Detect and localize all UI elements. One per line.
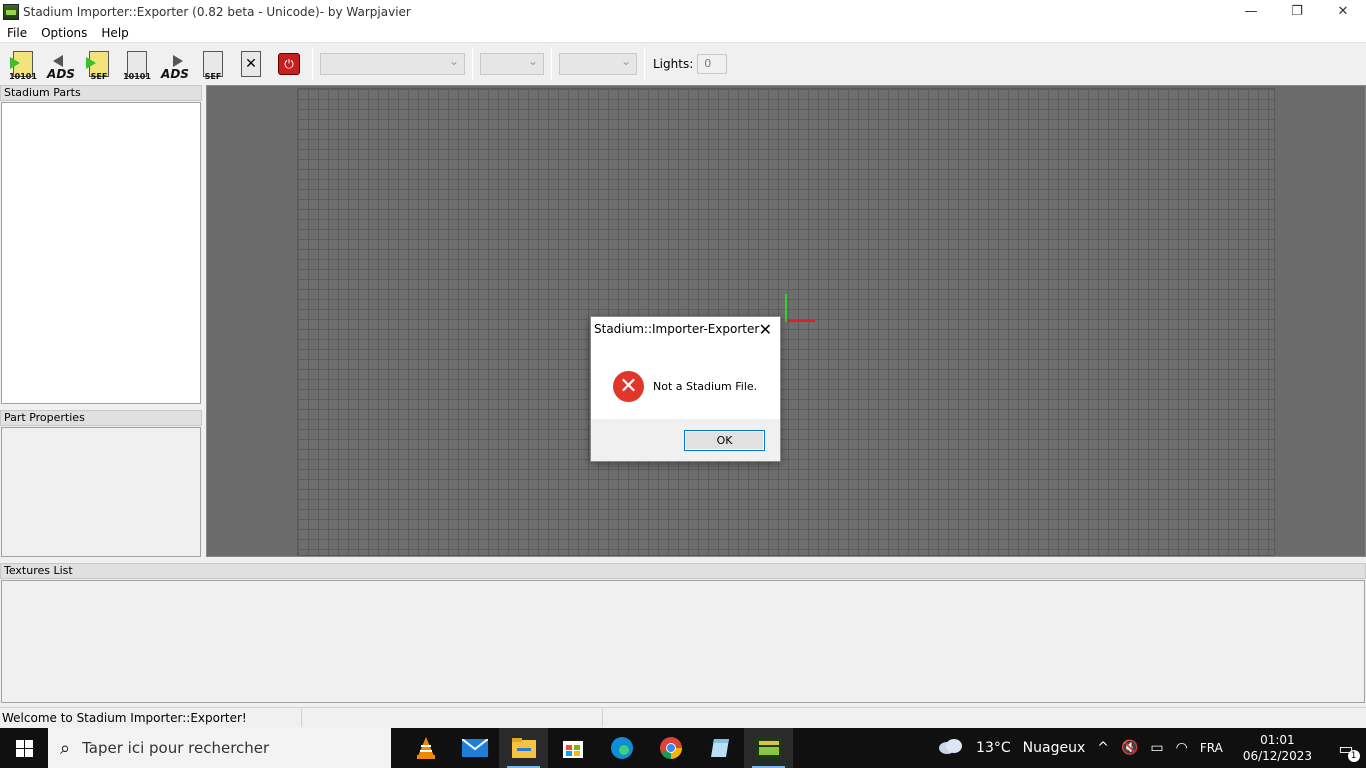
- error-dialog: Stadium::Importer-Exporter ✕ ✕ Not a Sta…: [590, 316, 781, 462]
- stadium-parts-list[interactable]: [1, 102, 201, 404]
- weather-temp[interactable]: 13°C: [970, 740, 1017, 756]
- dialog-title-bar: Stadium::Importer-Exporter ✕: [591, 317, 780, 341]
- lights-field[interactable]: 0: [697, 54, 728, 74]
- clock-date: 06/12/2023: [1242, 749, 1312, 763]
- weather-text[interactable]: Nuageux: [1017, 740, 1092, 756]
- import-binary-label: 10101: [9, 72, 37, 81]
- dialog-footer: OK: [591, 419, 780, 461]
- taskbar: ⌕ Taper ici pour rechercher 13°C Nuageux…: [0, 728, 1366, 768]
- part-properties-panel[interactable]: [1, 427, 201, 557]
- taskbar-search[interactable]: ⌕ Taper ici pour rechercher: [48, 728, 391, 768]
- export-ads-label: ADS: [161, 67, 189, 81]
- import-binary-button[interactable]: 10101: [4, 46, 42, 82]
- clock-time: 01:01: [1260, 733, 1295, 747]
- x-axis-gizmo: [787, 320, 815, 322]
- volume-muted-icon[interactable]: 🔇: [1115, 740, 1144, 756]
- ground-grid: [297, 88, 1275, 556]
- chrome-icon[interactable]: [646, 728, 695, 768]
- edge-icon[interactable]: [597, 728, 646, 768]
- wifi-icon[interactable]: ◠: [1170, 740, 1194, 756]
- store-icon[interactable]: [548, 728, 597, 768]
- notification-icon: ▭ 1: [1338, 739, 1360, 762]
- toolbar-separator: [312, 47, 313, 81]
- toolbar-separator: [551, 47, 552, 81]
- minimize-button[interactable]: —: [1228, 0, 1274, 23]
- status-message: Welcome to Stadium Importer::Exporter!: [0, 709, 302, 727]
- 3d-viewport[interactable]: [206, 85, 1366, 557]
- mail-icon[interactable]: [450, 728, 499, 768]
- import-sef-label: SEF: [90, 72, 108, 81]
- cloud-icon[interactable]: [932, 738, 970, 758]
- textures-list[interactable]: [1, 580, 1365, 703]
- vlc-icon[interactable]: [401, 728, 450, 768]
- search-icon: ⌕: [60, 737, 71, 759]
- stadium-app-icon[interactable]: [744, 728, 793, 768]
- close-file-button[interactable]: ✕: [232, 46, 270, 82]
- system-tray: 13°C Nuageux ^ 🔇 ▭ ◠ FRA 01:01 06/12/202…: [932, 728, 1366, 768]
- power-icon: ⏻: [278, 53, 300, 75]
- toolbar-separator: [644, 47, 645, 81]
- dialog-message: Not a Stadium File.: [653, 379, 758, 393]
- notification-button[interactable]: ▭ 1: [1326, 739, 1366, 762]
- export-sef-label: SEF: [204, 72, 222, 81]
- view-select[interactable]: [559, 53, 637, 75]
- export-ads-button[interactable]: ADS: [156, 46, 194, 82]
- window-title: Stadium Importer::Exporter (0.82 beta - …: [23, 4, 411, 19]
- export-sef-button[interactable]: SEF: [194, 46, 232, 82]
- title-bar: Stadium Importer::Exporter (0.82 beta - …: [0, 0, 1366, 23]
- battery-icon[interactable]: ▭: [1144, 740, 1169, 756]
- mode-select[interactable]: [480, 53, 544, 75]
- toolbar: 10101 ADS SEF 10101 ADS SEF ✕ ⏻ Lights: …: [0, 44, 1366, 84]
- ok-button[interactable]: OK: [684, 429, 765, 451]
- restore-button[interactable]: ❐: [1274, 0, 1320, 23]
- toolbar-separator: [472, 47, 473, 81]
- search-placeholder: Taper ici pour rechercher: [82, 739, 270, 757]
- status-cell-2: [302, 709, 603, 727]
- lights-label: Lights:: [653, 57, 694, 71]
- notification-count: 1: [1347, 749, 1360, 762]
- import-ads-button[interactable]: ADS: [42, 46, 80, 82]
- start-button[interactable]: [0, 728, 48, 768]
- y-axis-gizmo: [785, 294, 787, 322]
- menu-bar: File Options Help: [0, 23, 1366, 43]
- export-binary-label: 10101: [123, 72, 151, 81]
- notepad-icon[interactable]: [695, 728, 744, 768]
- close-button[interactable]: ✕: [1320, 0, 1366, 23]
- error-icon: ✕: [613, 370, 644, 402]
- language-indicator[interactable]: FRA: [1194, 741, 1229, 755]
- export-binary-button[interactable]: 10101: [118, 46, 156, 82]
- textures-list-header: Textures List: [0, 563, 1366, 579]
- file-explorer-icon[interactable]: [499, 728, 548, 768]
- stadium-parts-header: Stadium Parts: [0, 85, 202, 101]
- close-file-icon: ✕: [241, 51, 261, 77]
- chevron-up-icon[interactable]: ^: [1091, 740, 1115, 756]
- import-sef-button[interactable]: SEF: [80, 46, 118, 82]
- import-ads-label: ADS: [47, 67, 75, 81]
- part-select[interactable]: [320, 53, 465, 75]
- status-cell-3: [603, 709, 1366, 727]
- menu-options[interactable]: Options: [34, 26, 94, 40]
- part-properties-header: Part Properties: [0, 410, 202, 426]
- clock[interactable]: 01:01 06/12/2023: [1229, 732, 1326, 764]
- status-bar: Welcome to Stadium Importer::Exporter!: [0, 707, 1366, 728]
- windows-icon: [15, 739, 33, 757]
- dialog-title: Stadium::Importer-Exporter: [594, 322, 760, 336]
- menu-file[interactable]: File: [0, 26, 34, 40]
- menu-help[interactable]: Help: [94, 26, 135, 40]
- app-icon: [3, 3, 19, 20]
- power-button[interactable]: ⏻: [270, 46, 308, 82]
- dialog-close-button[interactable]: ✕: [759, 320, 772, 339]
